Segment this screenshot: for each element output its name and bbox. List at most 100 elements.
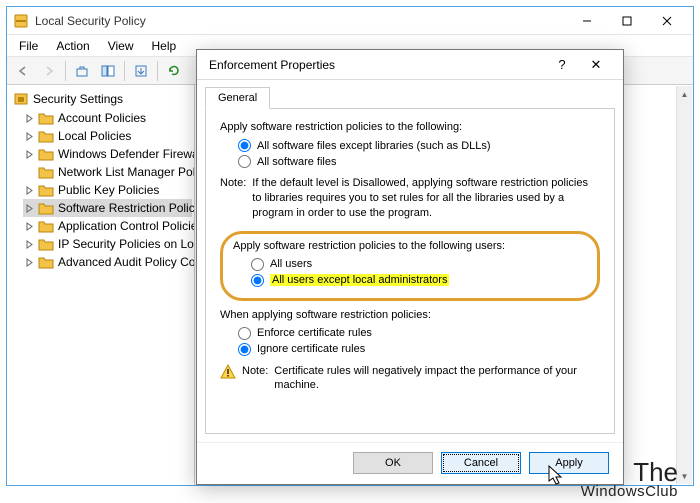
caret-icon [25, 258, 34, 267]
warning-icon [220, 364, 236, 380]
caret-icon [25, 132, 34, 141]
app-icon [13, 13, 29, 29]
toolbar-forward-button[interactable] [37, 59, 61, 83]
radio-all-files-except-libs[interactable]: All software files except libraries (suc… [238, 139, 600, 152]
tree-item-label: Local Policies [58, 129, 131, 143]
vertical-scrollbar[interactable]: ▲ ▼ [676, 86, 692, 484]
tree-item-label: Application Control Policies [58, 219, 195, 233]
radio-input-s1-opt1[interactable] [238, 139, 251, 152]
caret-icon [25, 186, 34, 195]
dialog-title: Enforcement Properties [209, 58, 335, 72]
dialog-titlebar: Enforcement Properties ? ✕ [197, 50, 623, 80]
radio-label-s2-opt2: All users except local administrators [270, 274, 449, 286]
tree-item[interactable]: IP Security Policies on Local [23, 235, 192, 253]
caret-icon [25, 240, 34, 249]
tree-root-label: Security Settings [33, 92, 123, 106]
folder-icon [38, 146, 54, 162]
radio-input-s2-opt2[interactable] [251, 274, 264, 287]
folder-icon [38, 218, 54, 234]
caret-icon [25, 204, 34, 213]
tree-item[interactable]: Software Restriction Policies [23, 199, 192, 217]
radio-input-s2-opt1[interactable] [251, 258, 264, 271]
folder-icon [38, 200, 54, 216]
tree-item-label: Software Restriction Policies [58, 201, 195, 215]
tab-strip: General [197, 84, 623, 108]
tab-general[interactable]: General [205, 87, 270, 109]
tab-content: Apply software restriction policies to t… [205, 108, 615, 434]
toolbar-show-hide-button[interactable] [96, 59, 120, 83]
radio-label-s2-opt1: All users [270, 258, 312, 270]
tree-item-label: Advanced Audit Policy Configuration [58, 255, 195, 269]
radio-input-s3-opt1[interactable] [238, 327, 251, 340]
dialog-button-row: OK Cancel Apply [197, 442, 623, 482]
tree-item-label: Public Key Policies [58, 183, 159, 197]
radio-enforce-cert[interactable]: Enforce certificate rules [238, 327, 600, 340]
close-button[interactable] [647, 8, 687, 34]
tree-pane[interactable]: Security Settings Account Policies Local … [7, 85, 195, 485]
radio-input-s1-opt2[interactable] [238, 155, 251, 168]
folder-icon [38, 128, 54, 144]
radio-all-users-except-admins[interactable]: All users except local administrators [251, 274, 587, 287]
radio-label-s3-opt1: Enforce certificate rules [257, 327, 372, 339]
dialog-help-button[interactable]: ? [545, 51, 579, 79]
app-title: Local Security Policy [35, 14, 146, 28]
tree-item[interactable]: Account Policies [23, 109, 192, 127]
radio-label-s1-opt2: All software files [257, 156, 336, 168]
watermark: The WindowsClub [581, 460, 678, 499]
section2-label: Apply software restriction policies to t… [233, 240, 587, 252]
watermark-line1: The [581, 460, 678, 485]
ok-button[interactable]: OK [353, 452, 433, 474]
note-text: Certificate rules will negatively impact… [274, 364, 600, 394]
maximize-button[interactable] [607, 8, 647, 34]
toolbar-back-button[interactable] [11, 59, 35, 83]
note-text: If the default level is Disallowed, appl… [252, 176, 600, 221]
section3-label: When applying software restriction polic… [220, 309, 600, 321]
watermark-line2: WindowsClub [581, 485, 678, 499]
tree-item[interactable]: Windows Defender Firewall [23, 145, 192, 163]
note-label: Note: [242, 364, 268, 394]
radio-all-files[interactable]: All software files [238, 155, 600, 168]
tree-item[interactable]: Local Policies [23, 127, 192, 145]
section1-label: Apply software restriction policies to t… [220, 121, 600, 133]
scroll-down-button[interactable]: ▼ [678, 468, 692, 484]
radio-input-s3-opt2[interactable] [238, 343, 251, 356]
cancel-button[interactable]: Cancel [441, 452, 521, 474]
toolbar-up-button[interactable] [70, 59, 94, 83]
scroll-up-button[interactable]: ▲ [678, 86, 692, 102]
tree-item[interactable]: Network List Manager Policies [23, 163, 192, 181]
radio-label-s3-opt2: Ignore certificate rules [257, 343, 365, 355]
caret-icon [25, 222, 34, 231]
properties-dialog: Enforcement Properties ? ✕ General Apply… [196, 49, 624, 485]
radio-ignore-cert[interactable]: Ignore certificate rules [238, 343, 600, 356]
caret-icon [25, 114, 34, 123]
tree-item[interactable]: Public Key Policies [23, 181, 192, 199]
folder-icon [38, 110, 54, 126]
radio-all-users[interactable]: All users [251, 258, 587, 271]
tree-root[interactable]: Security Settings [9, 89, 192, 109]
tree-item-label: Account Policies [58, 111, 146, 125]
note-label: Note: [220, 176, 246, 221]
dialog-close-button[interactable]: ✕ [579, 51, 613, 79]
tree-item-label: Network List Manager Policies [58, 165, 195, 179]
section3-note: Note: Certificate rules will negatively … [220, 364, 600, 394]
tree-item-label: IP Security Policies on Local [58, 237, 195, 251]
menu-view[interactable]: View [100, 37, 142, 55]
tree-item-label: Windows Defender Firewall [58, 147, 195, 161]
menu-help[interactable]: Help [144, 37, 185, 55]
folder-icon [38, 164, 54, 180]
tree-item[interactable]: Advanced Audit Policy Configuration [23, 253, 192, 271]
folder-icon [38, 236, 54, 252]
tree-item[interactable]: Application Control Policies [23, 217, 192, 235]
radio-label-s1-opt1: All software files except libraries (suc… [257, 140, 491, 152]
section1-note: Note: If the default level is Disallowed… [220, 176, 600, 221]
folder-icon [38, 182, 54, 198]
main-titlebar: Local Security Policy [7, 7, 693, 35]
minimize-button[interactable] [567, 8, 607, 34]
caret-icon [25, 150, 34, 159]
toolbar-export-button[interactable] [129, 59, 153, 83]
security-icon [13, 91, 29, 107]
menu-action[interactable]: Action [48, 37, 97, 55]
folder-icon [38, 254, 54, 270]
toolbar-refresh-button[interactable] [162, 59, 186, 83]
menu-file[interactable]: File [11, 37, 46, 55]
